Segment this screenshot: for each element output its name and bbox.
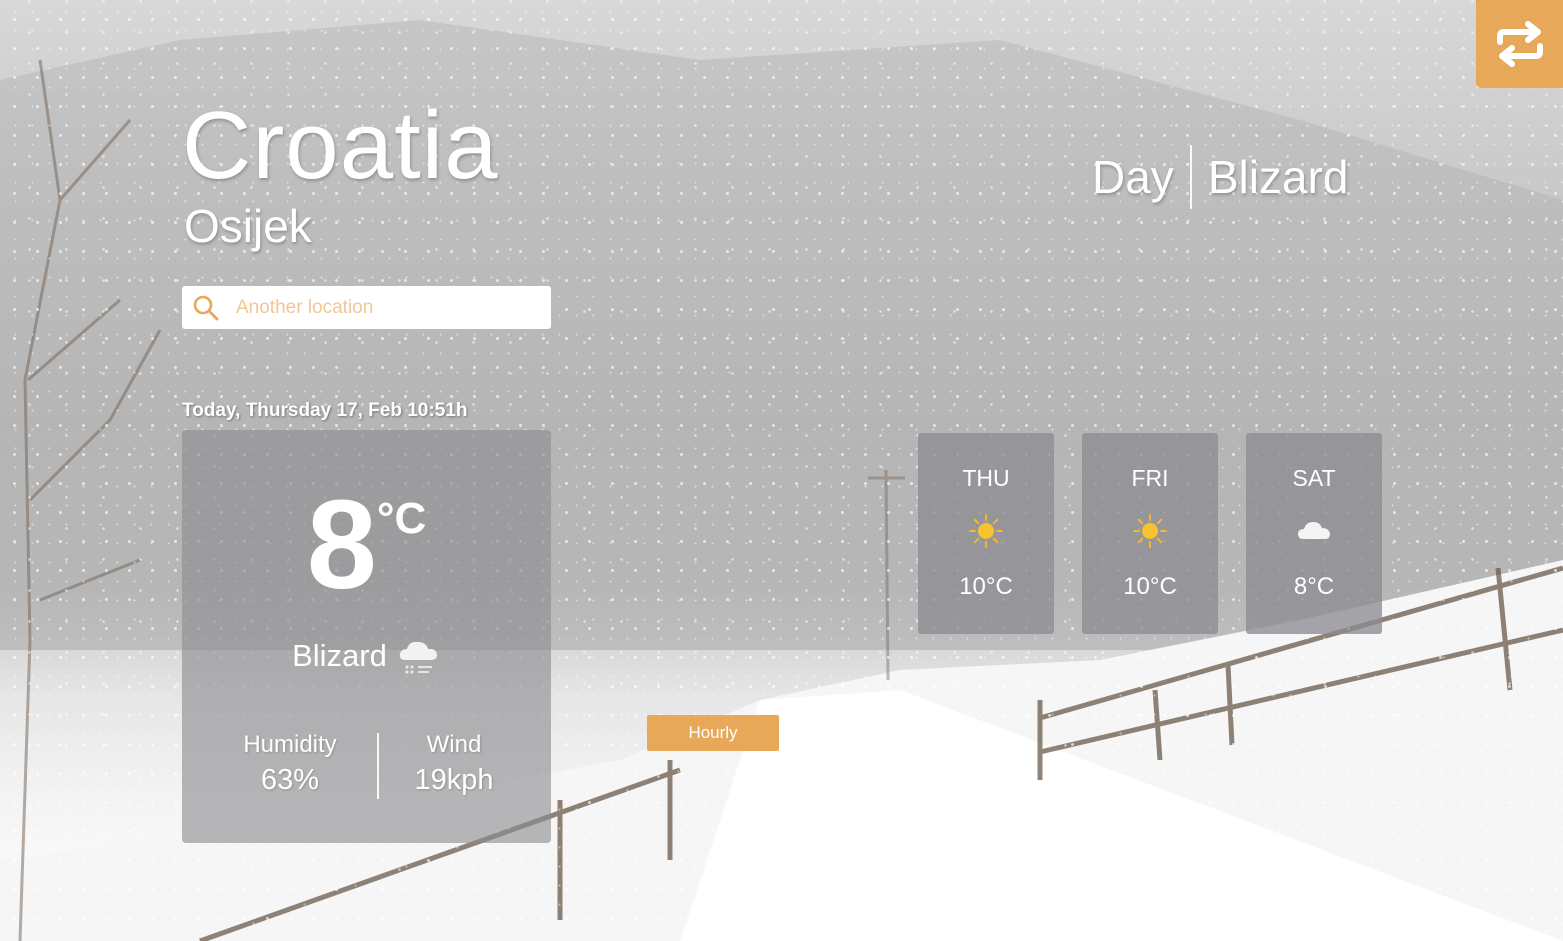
current-weather-card: 8°C Blizard Humidity 63% Wind 19kph	[182, 430, 551, 843]
current-date: Today, Thursday 17, Feb 10:51h	[182, 400, 468, 421]
current-condition: Blizard	[182, 634, 551, 678]
swap-icon	[1496, 21, 1543, 67]
sun-icon	[1133, 514, 1167, 548]
humidity-label: Humidity	[243, 731, 337, 758]
daypart-label: Day	[1092, 151, 1174, 203]
country-title: Croatia	[182, 92, 499, 199]
humidity-value: 63%	[260, 764, 320, 796]
day-condition-header: Day Blizard	[1092, 144, 1348, 210]
swap-button[interactable]	[1476, 0, 1563, 88]
forecast-card-thu[interactable]: THU 10°C	[918, 433, 1054, 634]
header-condition: Blizard	[1207, 151, 1349, 203]
forecast-temp: 10°C	[1123, 573, 1177, 600]
temperature-unit: °C	[376, 494, 427, 543]
temperature-display: 8°C	[182, 480, 551, 610]
wind-label: Wind	[426, 731, 482, 758]
sun-icon	[969, 514, 1003, 548]
condition-label: Blizard	[292, 638, 387, 673]
wind-stat: Wind 19kph	[374, 730, 534, 800]
forecast-card-fri[interactable]: FRI 10°C	[1082, 433, 1218, 634]
search-input[interactable]	[234, 295, 528, 320]
forecast-day: THU	[962, 465, 1010, 491]
humidity-stat: Humidity 63%	[210, 730, 370, 800]
city-subtitle: Osijek	[184, 200, 312, 252]
header-divider	[1189, 145, 1192, 209]
forecast-temp: 8°C	[1293, 573, 1335, 600]
wind-value: 19kph	[414, 764, 494, 796]
snow-cloud-icon	[399, 641, 437, 674]
forecast-temp: 10°C	[959, 573, 1013, 600]
current-stats: Humidity 63% Wind 19kph	[182, 730, 551, 800]
search-box[interactable]	[182, 286, 551, 329]
forecast-day: FRI	[1131, 465, 1169, 491]
cloud-icon	[1298, 522, 1330, 539]
hourly-button[interactable]: Hourly	[647, 715, 779, 751]
forecast-day: SAT	[1292, 465, 1336, 491]
temperature-value: 8	[306, 474, 377, 615]
forecast-card-sat[interactable]: SAT 8°C	[1246, 433, 1382, 634]
search-icon	[192, 294, 220, 322]
